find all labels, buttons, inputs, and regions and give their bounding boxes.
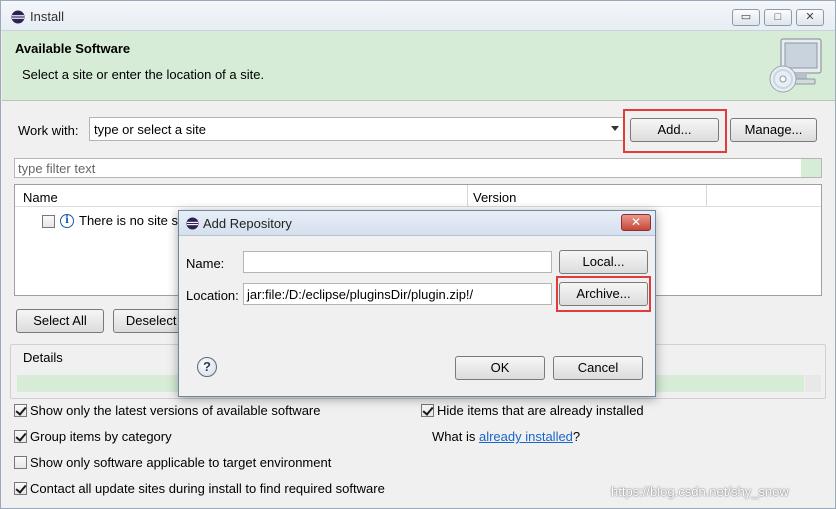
contact-sites-checkbox[interactable] bbox=[14, 482, 27, 495]
eclipse-logo-icon bbox=[186, 217, 199, 230]
latest-versions-checkbox[interactable] bbox=[14, 404, 27, 417]
dialog-title: Add Repository bbox=[203, 216, 292, 231]
column-version[interactable]: Version bbox=[473, 190, 516, 205]
watermark: https://blog.csdn.net/shy_snow bbox=[611, 484, 789, 499]
info-icon: i bbox=[60, 214, 74, 228]
latest-versions-label: Show only the latest versions of availab… bbox=[30, 403, 321, 418]
dialog-title-bar: Add Repository ✕ bbox=[179, 211, 655, 236]
manage-button[interactable]: Manage... bbox=[730, 118, 817, 142]
location-label: Location: bbox=[186, 288, 239, 303]
already-installed-suffix: ? bbox=[572, 429, 581, 444]
add-highlight-box bbox=[623, 109, 727, 153]
page-title: Available Software bbox=[15, 41, 131, 56]
hide-installed-label: Hide items that are already installed bbox=[437, 403, 644, 418]
eclipse-logo-icon bbox=[11, 10, 25, 24]
already-installed-prefix: What is bbox=[432, 429, 479, 444]
filter-clear-area bbox=[801, 159, 821, 177]
site-combo[interactable]: type or select a site bbox=[89, 117, 624, 141]
chevron-down-icon[interactable] bbox=[611, 126, 619, 131]
target-environment-checkbox[interactable] bbox=[14, 456, 27, 469]
work-with-label: Work with: bbox=[18, 123, 79, 138]
close-icon: ✕ bbox=[630, 215, 642, 229]
location-value: jar:file:/D:/eclipse/pluginsDir/plugin.z… bbox=[247, 287, 474, 302]
column-divider[interactable] bbox=[467, 185, 468, 207]
ok-button[interactable]: OK bbox=[455, 356, 545, 380]
title-bar: Install ▭ □ ✕ bbox=[1, 1, 835, 31]
header-banner: Available Software Select a site or ente… bbox=[2, 31, 835, 101]
filter-input[interactable]: type filter text bbox=[14, 158, 822, 178]
column-name[interactable]: Name bbox=[23, 190, 58, 205]
column-divider[interactable] bbox=[706, 185, 707, 207]
minimize-icon: ▭ bbox=[740, 11, 752, 23]
already-installed-link[interactable]: already installed bbox=[479, 429, 573, 444]
computer-cd-icon bbox=[769, 38, 822, 93]
select-all-button[interactable]: Select All bbox=[16, 309, 104, 333]
dialog-close-button[interactable]: ✕ bbox=[621, 214, 651, 231]
details-label: Details bbox=[23, 350, 63, 365]
group-by-category-checkbox[interactable] bbox=[14, 430, 27, 443]
row-text: There is no site s bbox=[79, 213, 178, 228]
close-icon: ✕ bbox=[805, 11, 815, 23]
maximize-button[interactable]: □ bbox=[764, 9, 792, 26]
local-button[interactable]: Local... bbox=[559, 250, 648, 274]
site-combo-value: type or select a site bbox=[94, 122, 206, 137]
archive-highlight-box bbox=[556, 276, 651, 312]
help-icon[interactable]: ? bbox=[197, 357, 217, 377]
group-by-category-label: Group items by category bbox=[30, 429, 172, 444]
contact-sites-label: Contact all update sites during install … bbox=[30, 481, 385, 496]
window-title: Install bbox=[30, 9, 64, 24]
name-input[interactable] bbox=[243, 251, 552, 273]
location-input[interactable]: jar:file:/D:/eclipse/pluginsDir/plugin.z… bbox=[243, 283, 552, 305]
close-button[interactable]: ✕ bbox=[796, 9, 824, 26]
row-checkbox[interactable] bbox=[42, 215, 55, 228]
details-scrollbar[interactable] bbox=[805, 375, 821, 392]
page-subtitle: Select a site or enter the location of a… bbox=[22, 67, 265, 82]
name-label: Name: bbox=[186, 256, 225, 271]
minimize-button[interactable]: ▭ bbox=[732, 9, 760, 26]
hide-installed-checkbox[interactable] bbox=[421, 404, 434, 417]
filter-placeholder: type filter text bbox=[18, 161, 96, 176]
target-environment-label: Show only software applicable to target … bbox=[30, 455, 332, 470]
add-repository-dialog: Add Repository ✕ Name: Local... Location… bbox=[178, 210, 656, 397]
already-installed-text: What is already installed? bbox=[432, 429, 580, 444]
cancel-button[interactable]: Cancel bbox=[553, 356, 643, 380]
table-header: Name Version bbox=[15, 185, 821, 207]
maximize-icon: □ bbox=[774, 11, 782, 23]
